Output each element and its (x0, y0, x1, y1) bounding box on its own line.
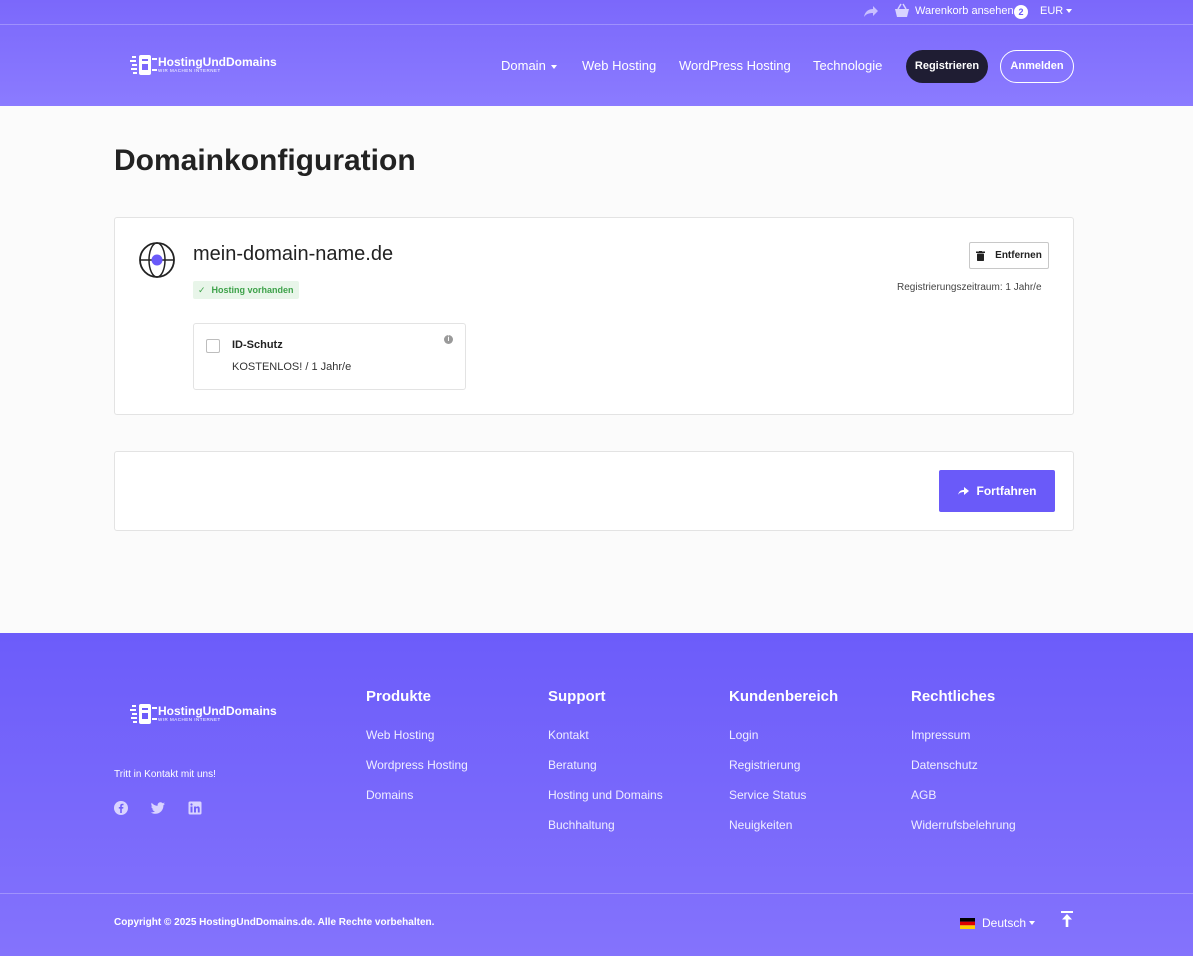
hosting-status-label: Hosting vorhanden (211, 285, 294, 295)
footer-link-contact[interactable]: Kontakt (548, 728, 589, 742)
footer-link-service-status[interactable]: Service Status (729, 788, 806, 802)
id-protection-checkbox[interactable] (206, 339, 220, 353)
site-logo[interactable]: HostingUndDomains WIR MACHEN INTERNET (130, 54, 277, 76)
page-title: Domainkonfiguration (114, 144, 416, 177)
checkmark-icon: ✓ (198, 285, 206, 295)
remove-domain-button[interactable]: Entfernen (969, 242, 1049, 269)
footer-link-accounting[interactable]: Buchhaltung (548, 818, 615, 832)
footer-link-wordpress-hosting[interactable]: Wordpress Hosting (366, 758, 468, 772)
back-to-top-icon[interactable] (1060, 911, 1074, 927)
basket-icon[interactable] (894, 3, 910, 19)
id-protection-addon[interactable] (193, 323, 466, 390)
german-flag-icon (960, 918, 975, 929)
login-button[interactable]: Anmelden (1000, 50, 1074, 83)
chevron-down-icon (1066, 9, 1072, 13)
footer-divider (0, 893, 1193, 894)
footer-logo[interactable]: HostingUndDomains WIR MACHEN INTERNET (130, 703, 277, 725)
copyright-text: Copyright © 2025 HostingUndDomains.de. A… (114, 917, 435, 928)
footer-link-registration[interactable]: Registrierung (729, 758, 800, 772)
footer-link-terms[interactable]: AGB (911, 788, 936, 802)
logo-icon (130, 704, 157, 724)
chevron-down-icon (1029, 921, 1035, 925)
continue-button[interactable]: Fortfahren (939, 470, 1055, 512)
nav-web-hosting[interactable]: Web Hosting (582, 58, 656, 73)
domain-name: mein-domain-name.de (193, 243, 394, 265)
linkedin-icon[interactable] (188, 801, 202, 815)
trash-icon (976, 250, 986, 261)
footer-link-withdrawal[interactable]: Widerrufsbelehrung (911, 818, 1016, 832)
continue-label: Fortfahren (976, 484, 1037, 498)
view-cart-link[interactable]: Warenkorb ansehen (915, 5, 1014, 17)
footer-link-login[interactable]: Login (729, 728, 758, 742)
registration-period: Registrierungszeitraum: 1 Jahr/e (897, 282, 1042, 293)
footer-link-privacy[interactable]: Datenschutz (911, 758, 978, 772)
footer-link-domains[interactable]: Domains (366, 788, 413, 802)
currency-select[interactable]: EUR (1040, 5, 1063, 17)
nav-technology[interactable]: Technologie (813, 58, 882, 73)
footer-column-title-support: Support (548, 688, 606, 705)
addon-title: ID-Schutz (232, 339, 283, 351)
site-header: Warenkorb ansehen 2 EUR HostingUndDomain… (0, 0, 1193, 106)
twitter-icon[interactable] (151, 801, 165, 815)
facebook-icon[interactable] (114, 801, 128, 815)
footer-column-title-customer-area: Kundenbereich (729, 688, 839, 705)
footer-link-hosting-and-domains[interactable]: Hosting und Domains (548, 788, 663, 802)
language-select[interactable]: Deutsch (982, 916, 1026, 930)
chevron-down-icon (551, 65, 557, 69)
footer-link-imprint[interactable]: Impressum (911, 728, 970, 742)
share-icon[interactable] (862, 3, 880, 21)
footer-column-title-products: Produkte (366, 688, 432, 705)
register-button[interactable]: Registrieren (906, 50, 988, 83)
share-arrow-icon (957, 487, 969, 495)
addon-price: KOSTENLOS! / 1 Jahr/e (232, 361, 352, 373)
footer-column-title-legal: Rechtliches (911, 688, 996, 705)
cart-count-badge: 2 (1014, 5, 1028, 19)
top-bar: Warenkorb ansehen 2 EUR (0, 0, 1193, 25)
footer-contact-text: Tritt in Kontakt mit uns! (114, 769, 216, 780)
logo-name: HostingUndDomains (158, 55, 277, 69)
logo-name: HostingUndDomains (158, 704, 277, 718)
nav-wordpress-hosting[interactable]: WordPress Hosting (679, 58, 791, 73)
footer-link-consulting[interactable]: Beratung (548, 758, 597, 772)
globe-icon (139, 242, 175, 278)
info-icon[interactable]: i (444, 335, 453, 344)
remove-label: Entfernen (995, 250, 1042, 261)
footer-link-news[interactable]: Neuigkeiten (729, 818, 792, 832)
footer-link-web-hosting[interactable]: Web Hosting (366, 728, 434, 742)
nav-domain[interactable]: Domain (501, 58, 546, 73)
continue-card (114, 451, 1074, 531)
logo-icon (130, 55, 157, 75)
hosting-status-badge: ✓ Hosting vorhanden (193, 281, 299, 299)
